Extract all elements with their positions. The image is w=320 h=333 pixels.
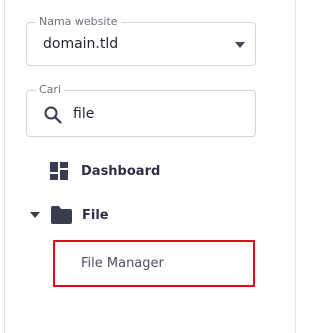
website-select[interactable]: Nama website domain.tld bbox=[26, 14, 256, 66]
sidebar-subitem-file-manager[interactable]: File Manager bbox=[53, 240, 255, 287]
dashboard-icon bbox=[50, 162, 68, 180]
search-label: Cari bbox=[36, 82, 64, 98]
search-field[interactable]: Cari bbox=[26, 82, 256, 137]
caret-down-icon[interactable] bbox=[235, 42, 245, 48]
search-icon bbox=[44, 106, 62, 124]
sidebar-item-dashboard[interactable]: Dashboard bbox=[50, 160, 160, 182]
search-input[interactable] bbox=[73, 103, 243, 125]
sidebar-item-file-label: File bbox=[82, 207, 109, 223]
panel-right-border bbox=[295, 0, 296, 333]
sidebar-item-file[interactable]: File bbox=[30, 204, 109, 226]
panel-left-border bbox=[4, 0, 5, 333]
website-select-value: domain.tld bbox=[43, 36, 119, 52]
expand-caret-icon[interactable] bbox=[30, 212, 40, 218]
folder-icon bbox=[51, 206, 72, 224]
sidebar-subitem-file-manager-label: File Manager bbox=[81, 256, 164, 271]
sidebar-item-dashboard-label: Dashboard bbox=[81, 163, 161, 179]
website-select-label: Nama website bbox=[36, 14, 121, 30]
